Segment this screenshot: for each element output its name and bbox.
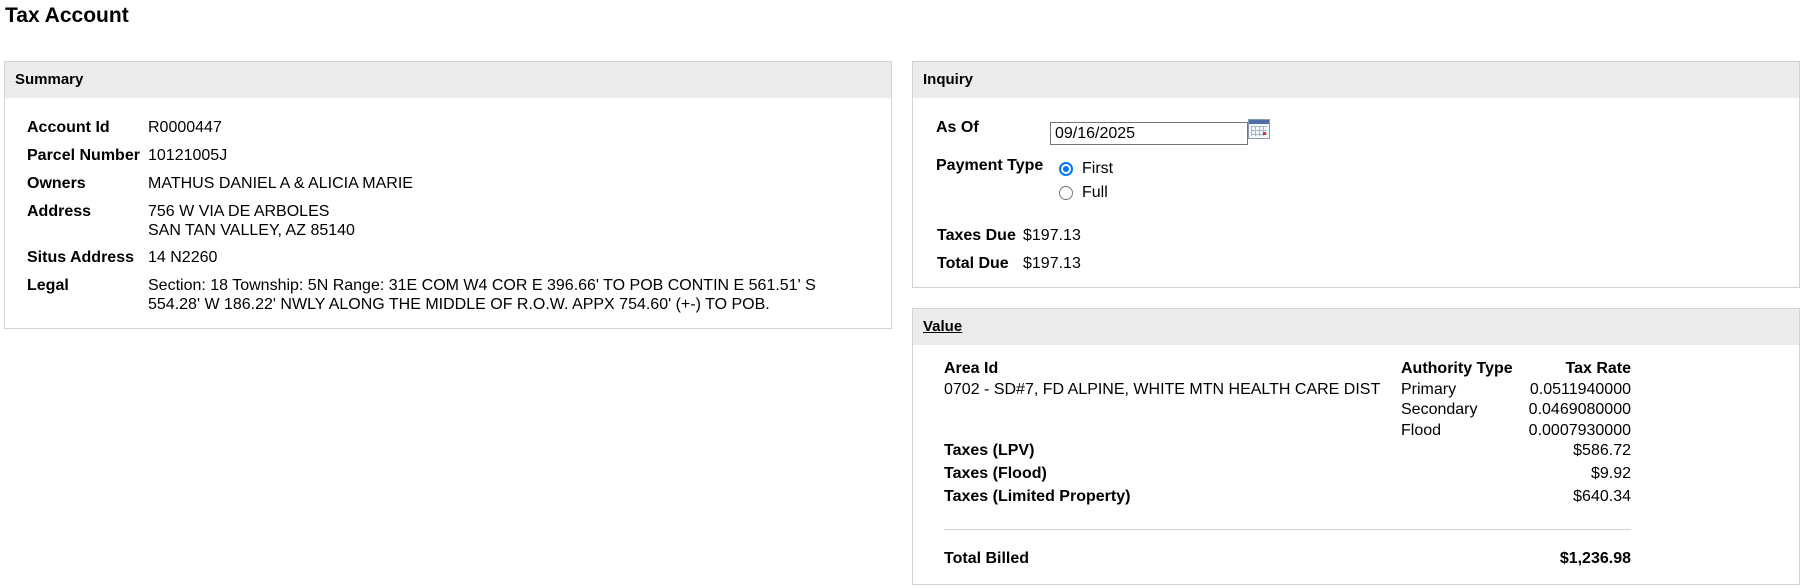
col-area-id: Area Id (944, 360, 999, 377)
authority-type: Primary (1401, 381, 1457, 398)
parcel-number-value: 10121005J (148, 147, 228, 164)
total-due-label: Total Due (937, 255, 1009, 272)
legal-line2: 554.28' W 186.22' NWLY ALONG THE MIDDLE … (148, 296, 770, 313)
taxes-due-label: Taxes Due (937, 227, 1016, 244)
total-due-value: $197.13 (1023, 255, 1081, 272)
col-authority-type: Authority Type (1401, 360, 1513, 377)
tax-line-amount: $586.72 (1573, 442, 1631, 459)
radio-first[interactable] (1059, 162, 1073, 176)
account-id-value: R0000447 (148, 119, 222, 136)
inquiry-header: Inquiry (913, 62, 1799, 98)
calendar-icon[interactable] (1248, 119, 1270, 139)
tax-line-amount: $9.92 (1590, 465, 1631, 482)
parcel-number-label: Parcel Number (27, 147, 140, 164)
payment-option-first[interactable]: First (1059, 159, 1113, 179)
situs-address-label: Situs Address (27, 249, 134, 266)
page-title: Tax Account (5, 4, 129, 27)
radio-first-label[interactable]: First (1082, 160, 1113, 178)
total-billed-value: $1,236.98 (1559, 550, 1631, 567)
area-id-value: 0702 - SD#7, FD ALPINE, WHITE MTN HEALTH… (944, 381, 1381, 398)
legal-line1: Section: 18 Township: 5N Range: 31E COM … (148, 277, 816, 294)
summary-header: Summary (5, 62, 891, 98)
tax-line-label: Taxes (LPV) (944, 442, 1035, 459)
col-tax-rate: Tax Rate (1565, 360, 1631, 377)
legal-label: Legal (27, 277, 69, 294)
radio-full-label[interactable]: Full (1082, 184, 1108, 202)
address-line2: SAN TAN VALLEY, AZ 85140 (148, 222, 355, 239)
inquiry-panel: Inquiry As Of Payment Type First Full Ta… (912, 61, 1800, 288)
value-header-link[interactable]: Value (913, 309, 1799, 345)
address-label: Address (27, 203, 92, 220)
payment-type-label: Payment Type (936, 157, 1044, 174)
radio-full[interactable] (1059, 186, 1073, 200)
taxes-due-value: $197.13 (1023, 227, 1081, 244)
tax-line-label: Taxes (Limited Property) (944, 488, 1131, 505)
payment-option-full[interactable]: Full (1059, 183, 1108, 203)
tax-line-amount: $640.34 (1573, 488, 1631, 505)
address-line1: 756 W VIA DE ARBOLES (148, 203, 330, 220)
account-id-label: Account Id (27, 119, 110, 136)
as-of-date-input[interactable] (1050, 122, 1248, 145)
value-panel: Value Area Id Authority Type Tax Rate 07… (912, 308, 1800, 585)
situs-address-value: 14 N2260 (148, 249, 218, 266)
authority-type: Secondary (1401, 401, 1478, 418)
authority-type: Flood (1401, 422, 1442, 439)
owners-value: MATHUS DANIEL A & ALICIA MARIE (148, 175, 413, 192)
tax-rate: 0.0511940000 (1529, 381, 1631, 398)
tax-line-label: Taxes (Flood) (944, 465, 1047, 482)
summary-panel: Summary Account Id R0000447 Parcel Numbe… (4, 61, 892, 329)
total-divider (944, 529, 1631, 530)
owners-label: Owners (27, 175, 86, 192)
tax-rate: 0.0007930000 (1528, 422, 1631, 439)
tax-rate: 0.0469080000 (1528, 401, 1631, 418)
total-billed-label: Total Billed (944, 550, 1030, 567)
as-of-label: As Of (936, 119, 979, 136)
